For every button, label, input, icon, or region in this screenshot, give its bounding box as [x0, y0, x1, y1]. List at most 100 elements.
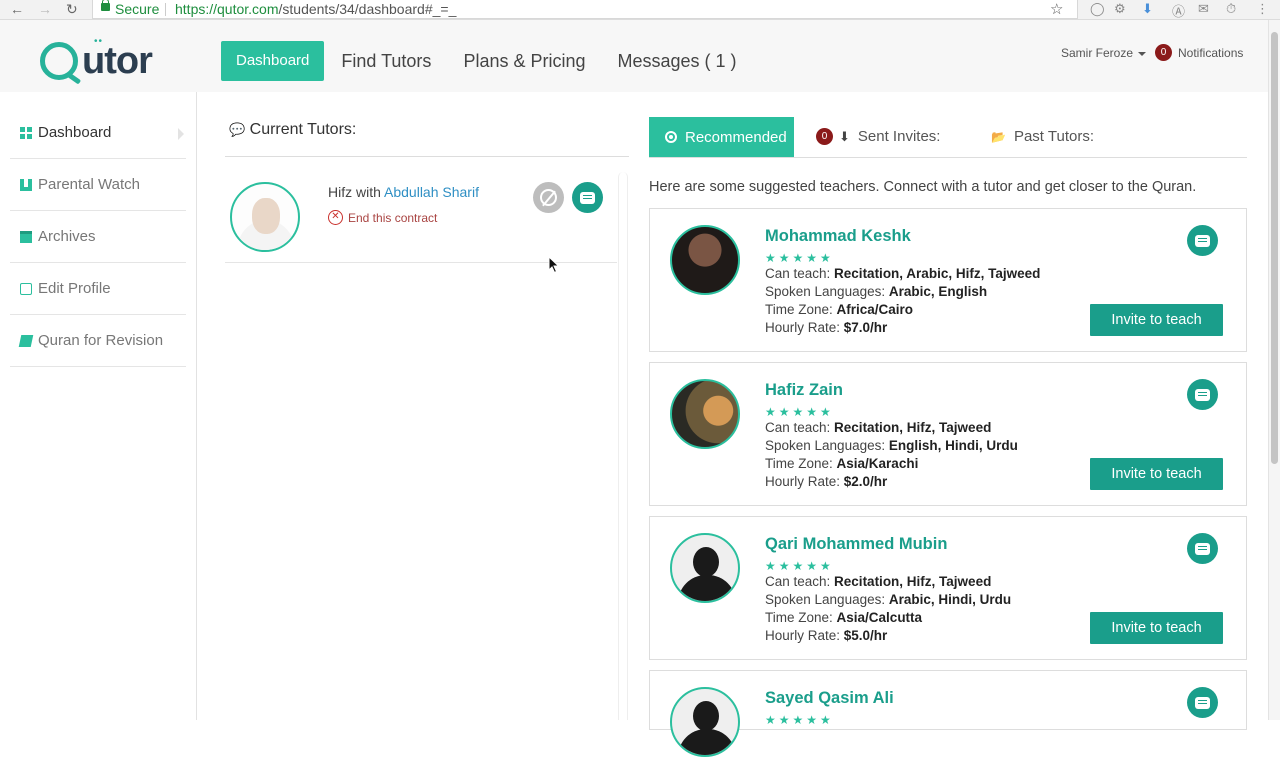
reload-icon[interactable]: ↻ [66, 1, 78, 18]
download-icon: ⬇ [839, 128, 850, 144]
rating-stars-icon: ★★★★★ [765, 559, 834, 573]
extension-shield-icon[interactable]: ◯ [1090, 1, 1105, 17]
hourly-rate: Hourly Rate: $7.0/hr [765, 320, 887, 335]
extension-timer-icon[interactable]: ⏱ [1226, 1, 1236, 17]
teacher-name[interactable]: Mohammad Keshk [765, 227, 911, 246]
browser-menu-icon[interactable]: ⋮ [1256, 1, 1269, 17]
time-zone: Time Zone: Africa/Cairo [765, 302, 913, 317]
spoken-value: Arabic, Hindi, Urdu [888, 592, 1012, 607]
sidebar-item-parental-watch[interactable]: Parental Watch [10, 159, 186, 211]
sidebar-item-edit-profile[interactable]: Edit Profile [10, 263, 186, 315]
extension-mail-icon[interactable]: ✉ [1198, 1, 1209, 17]
tutor-subject: Hifz with Abdullah Sharif [328, 184, 479, 200]
message-tutor-button[interactable] [572, 182, 603, 213]
invite-to-teach-button[interactable]: Invite to teach [1090, 458, 1223, 490]
bookmark-star-icon[interactable]: ☆ [1050, 0, 1063, 18]
tab-sent-invites[interactable]: 0 ⬇ Sent Invites: [816, 128, 940, 145]
extension-grammar-icon[interactable]: Ⓐ [1172, 1, 1185, 20]
page-scrollbar[interactable] [1268, 20, 1280, 720]
teacher-avatar-placeholder [670, 533, 740, 603]
silhouette-head [693, 701, 719, 731]
message-icon [1195, 542, 1210, 555]
invite-to-teach-button[interactable]: Invite to teach [1090, 612, 1223, 644]
nav-plans-pricing[interactable]: Plans & Pricing [463, 51, 585, 72]
url-host: https://qutor.com [175, 1, 279, 17]
silhouette-body [678, 729, 736, 755]
tutor-name-link[interactable]: Abdullah Sharif [384, 184, 479, 200]
time-zone: Time Zone: Asia/Karachi [765, 456, 918, 471]
message-icon [1195, 696, 1210, 709]
message-icon [580, 191, 595, 204]
message-icon [1195, 234, 1210, 247]
tab-past-tutors[interactable]: 📂 Past Tutors: [991, 128, 1094, 145]
message-teacher-button[interactable] [1187, 379, 1218, 410]
hourly-rate: Hourly Rate: $5.0/hr [765, 628, 887, 643]
sent-invites-badge: 0 [816, 128, 833, 145]
end-contract-link[interactable]: ✕ End this contract [328, 210, 437, 225]
teacher-card: Qari Mohammed Mubin ★★★★★ Can teach: Rec… [649, 516, 1247, 660]
current-tutors-title: Current Tutors: [249, 121, 357, 138]
sidebar-item-label: Archives [38, 228, 96, 245]
timezone-value: Asia/Calcutta [836, 610, 923, 625]
video-call-disabled-button[interactable] [533, 182, 564, 213]
teacher-name[interactable]: Sayed Qasim Ali [765, 689, 894, 708]
sidebar-item-quran-revision[interactable]: Quran for Revision [10, 315, 186, 367]
message-teacher-button[interactable] [1187, 533, 1218, 564]
tab-recommended[interactable]: Recommended [649, 117, 794, 157]
teacher-avatar-placeholder [670, 687, 740, 757]
rate-value: $5.0/hr [843, 628, 888, 643]
can-teach-value: Recitation, Arabic, Hifz, Tajweed [834, 266, 1041, 281]
user-menu[interactable]: Samir Feroze [1061, 46, 1147, 60]
teacher-name[interactable]: Hafiz Zain [765, 381, 843, 400]
invite-to-teach-button[interactable]: Invite to teach [1090, 304, 1223, 336]
can-teach-label: Can teach: [765, 574, 835, 589]
rating-stars-icon: ★★★★★ [765, 405, 834, 419]
spoken-label: Spoken Languages: [765, 592, 889, 607]
comments-icon: 💬 [229, 122, 246, 137]
url-path: /students/34/dashboard#_=_ [278, 1, 457, 17]
sidebar-item-dashboard[interactable]: Dashboard [10, 107, 186, 159]
silhouette-head [693, 547, 719, 577]
message-teacher-button[interactable] [1187, 687, 1218, 718]
can-teach-value: Recitation, Hifz, Tajweed [834, 574, 992, 589]
extension-settings-icon[interactable]: ⚙ [1114, 1, 1126, 17]
tutor-avatar [230, 182, 300, 252]
dot-circle-icon [665, 131, 677, 143]
spoken-label: Spoken Languages: [765, 438, 889, 453]
spoken-languages: Spoken Languages: Arabic, Hindi, Urdu [765, 592, 1011, 607]
teacher-card: Hafiz Zain ★★★★★ Can teach: Recitation, … [649, 362, 1247, 506]
can-teach: Can teach: Recitation, Arabic, Hifz, Taj… [765, 266, 1040, 281]
rate-label: Hourly Rate: [765, 628, 844, 643]
rating-stars-icon: ★★★★★ [765, 251, 834, 265]
scrollbar-thumb[interactable] [1271, 32, 1278, 464]
nav-messages[interactable]: Messages ( 1 ) [618, 51, 737, 72]
sidebar-item-archives[interactable]: Archives [10, 211, 186, 263]
address-bar[interactable]: Secure https://qutor.com/students/34/das… [92, 0, 1078, 19]
spoken-languages: Spoken Languages: English, Hindi, Urdu [765, 438, 1018, 453]
nav-dashboard[interactable]: Dashboard [221, 41, 325, 81]
current-tutors-scrollbar[interactable] [618, 172, 628, 720]
logo[interactable]: •• utor [40, 36, 153, 82]
active-arrow-icon [178, 128, 184, 140]
sidebar-item-label: Dashboard [38, 124, 112, 141]
teacher-name[interactable]: Qari Mohammed Mubin [765, 535, 947, 554]
tab-label: Recommended [685, 128, 787, 146]
forward-icon[interactable]: → [38, 1, 52, 17]
time-zone: Time Zone: Asia/Calcutta [765, 610, 922, 625]
spoken-value: Arabic, English [888, 284, 988, 299]
logo-text: utor [82, 39, 153, 82]
tab-label: Sent Invites: [857, 128, 941, 145]
divider [225, 156, 629, 157]
rate-value: $2.0/hr [843, 474, 888, 489]
logo-mark-icon [40, 42, 78, 80]
back-icon[interactable]: ← [10, 1, 24, 17]
extension-download-icon[interactable]: ⬇ [1142, 1, 1153, 17]
message-teacher-button[interactable] [1187, 225, 1218, 256]
timezone-value: Africa/Cairo [836, 302, 914, 317]
rating-stars-icon: ★★★★★ [765, 713, 834, 727]
nav-find-tutors[interactable]: Find Tutors [341, 51, 431, 72]
notifications-link[interactable]: 0 Notifications [1155, 44, 1243, 61]
archive-icon [20, 230, 32, 243]
user-name: Samir Feroze [1061, 46, 1134, 60]
timezone-label: Time Zone: [765, 610, 837, 625]
